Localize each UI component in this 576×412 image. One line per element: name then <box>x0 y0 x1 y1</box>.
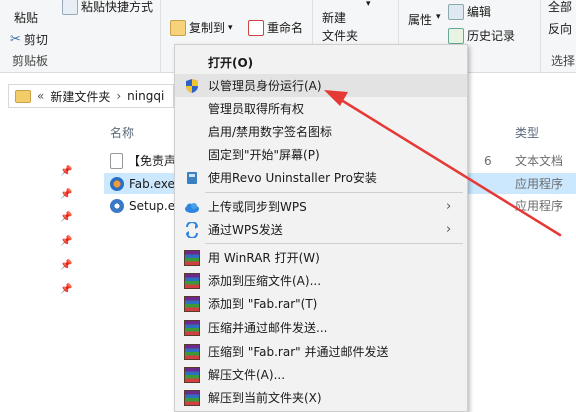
annotation-arrow <box>324 90 562 237</box>
